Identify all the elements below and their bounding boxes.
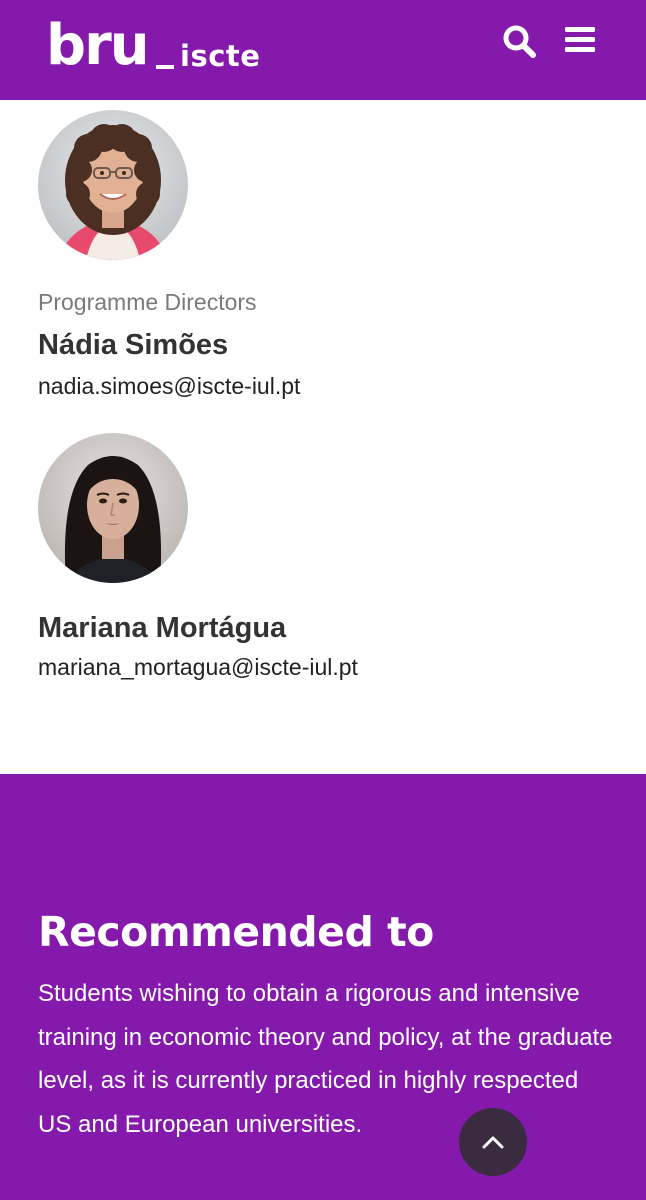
portrait-photo bbox=[38, 433, 188, 583]
search-button[interactable] bbox=[500, 22, 540, 62]
section-body-text: Students wishing to obtain a rigorous an… bbox=[38, 980, 613, 1138]
logo-bru-text: bru bbox=[46, 13, 150, 78]
person-name: Nádia Simões bbox=[38, 329, 229, 361]
person-name: Mariana Mortágua bbox=[38, 612, 287, 644]
recommended-section: Recommended to Students wishing to obtai… bbox=[0, 774, 646, 1200]
menu-button[interactable] bbox=[560, 22, 600, 62]
search-icon bbox=[503, 25, 536, 58]
portrait-photo bbox=[38, 110, 188, 260]
person-info-mariana-mortagua: Mariana Mortágua mariana_mortagua@iscte-… bbox=[38, 610, 598, 682]
site-header: bru iscte bbox=[0, 0, 646, 100]
person-card-nadia-simoes bbox=[38, 110, 598, 260]
role-label: Programme Directors bbox=[38, 289, 257, 315]
person-card-mariana-mortagua bbox=[38, 433, 598, 583]
scroll-to-top-button[interactable] bbox=[459, 1108, 527, 1176]
person-email-link[interactable]: mariana_mortagua@iscte-iul.pt bbox=[38, 652, 598, 682]
hamburger-menu-icon bbox=[565, 27, 595, 52]
chevron-up-icon bbox=[482, 1136, 504, 1149]
section-heading: Recommended to bbox=[38, 908, 434, 956]
logo-iscte-text: iscte bbox=[180, 39, 261, 73]
avatar bbox=[38, 110, 188, 260]
person-info-nadia-simoes: Programme Directors Nádia Simões nadia.s… bbox=[38, 288, 598, 401]
person-email-link[interactable]: nadia.simoes@iscte-iul.pt bbox=[38, 371, 598, 401]
avatar bbox=[38, 433, 188, 583]
logo-underscore bbox=[156, 65, 174, 69]
